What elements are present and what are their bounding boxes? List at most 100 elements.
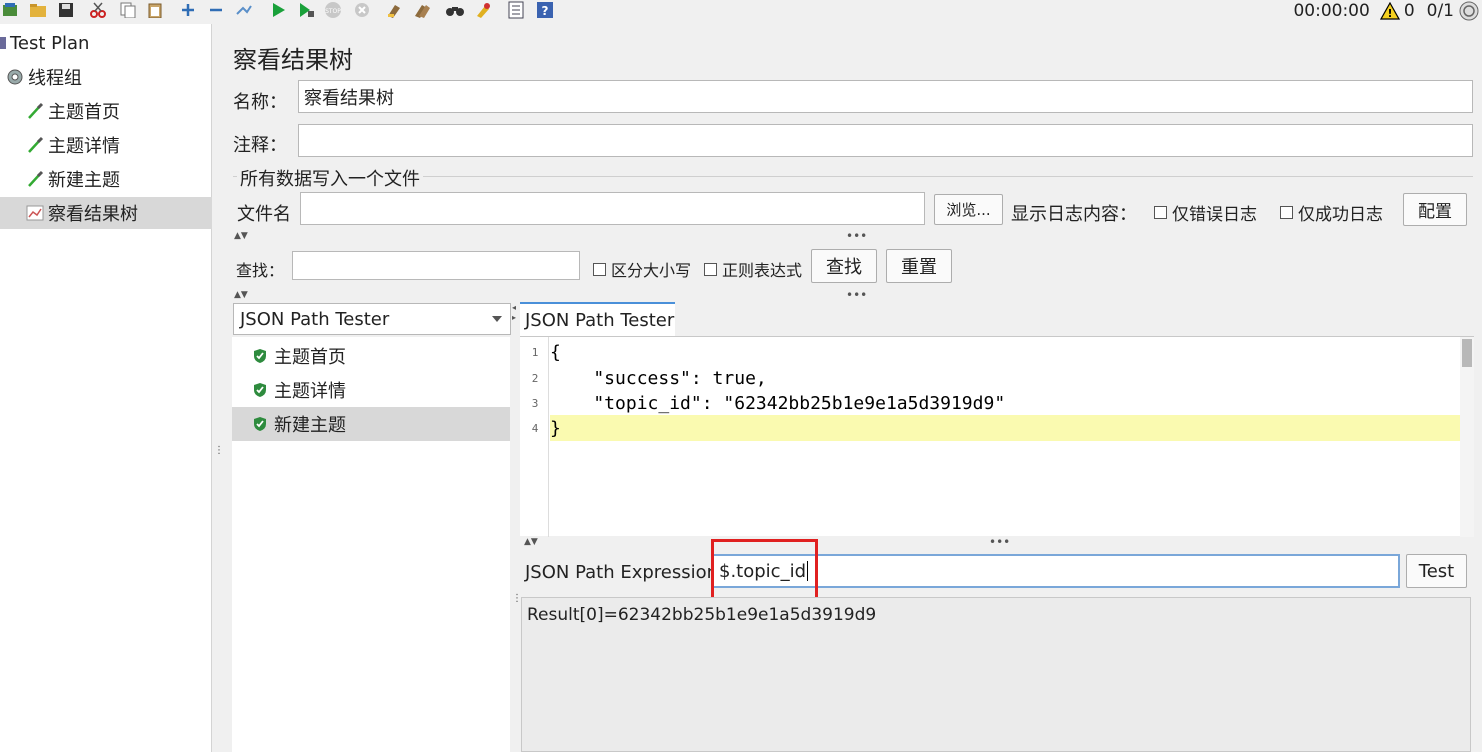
name-field[interactable]: 察看结果树: [298, 80, 1473, 113]
panel-title: 察看结果树: [233, 46, 353, 74]
scrollbar-thumb[interactable]: [1462, 339, 1472, 367]
shutdown-icon[interactable]: [352, 1, 372, 19]
result-text: Result[0]=62342bb25b1e9e1a5d3919d9: [527, 605, 877, 625]
line-number: 2: [531, 371, 539, 385]
code-line: 1{: [520, 339, 1460, 365]
test-button[interactable]: Test: [1406, 554, 1467, 588]
renderer-select[interactable]: JSON Path Tester: [233, 303, 511, 335]
tree-item-label: Test Plan: [10, 32, 90, 54]
expand-icon[interactable]: [178, 1, 198, 19]
checkbox-box[interactable]: [593, 262, 606, 276]
function-helper-icon[interactable]: [506, 1, 526, 19]
search-input[interactable]: [292, 251, 580, 280]
tree-item-label: 新建主题: [48, 170, 120, 191]
sample-label: 新建主题: [274, 415, 346, 436]
regex-checkbox[interactable]: 正则表达式: [704, 257, 802, 281]
case-sensitive-checkbox[interactable]: 区分大小写: [593, 257, 691, 281]
save-icon[interactable]: [56, 1, 76, 19]
pipette-icon: [28, 102, 44, 119]
stop-icon[interactable]: STOP: [322, 1, 342, 19]
search-icon[interactable]: [445, 1, 465, 19]
status-icon: [1459, 1, 1479, 21]
checkbox-label: 区分大小写: [611, 261, 692, 280]
tree-item-sampler-new[interactable]: 新建主题: [26, 163, 212, 195]
collapse-arrows[interactable]: ▲▼: [234, 231, 248, 243]
line-number: 4: [531, 421, 539, 435]
success-only-checkbox[interactable]: 仅成功日志: [1280, 200, 1383, 225]
line-number: 1: [531, 345, 539, 359]
paste-icon[interactable]: [145, 1, 165, 19]
comment-field[interactable]: [298, 124, 1473, 157]
clear-icon[interactable]: [384, 1, 404, 19]
comment-label: 注释：: [233, 135, 287, 156]
filename-input[interactable]: [300, 192, 925, 225]
configure-button[interactable]: 配置: [1403, 193, 1467, 226]
name-label: 名称：: [233, 92, 287, 113]
elapsed-timer: 00:00:00: [1293, 1, 1370, 21]
search-label: 查找：: [236, 261, 285, 280]
find-button[interactable]: 查找: [811, 249, 877, 283]
sample-label: 主题首页: [274, 347, 346, 368]
renderer-select-value: JSON Path Tester: [240, 308, 390, 330]
splitter-handle[interactable]: •••: [989, 535, 1010, 549]
tree-item-thread-group[interactable]: 线程组: [6, 61, 212, 93]
start-no-pause-icon[interactable]: [296, 1, 316, 19]
pipette-icon: [28, 136, 44, 153]
reset-button[interactable]: 重置: [886, 249, 952, 283]
open-icon[interactable]: [28, 1, 48, 19]
sample-result-detail[interactable]: 主题详情: [232, 373, 510, 407]
tree-item-label: 主题首页: [48, 102, 120, 123]
log-content-label: 显示日志内容：: [1011, 204, 1137, 225]
success-shield-icon: [254, 349, 266, 363]
templates-icon[interactable]: [0, 1, 20, 19]
result-output: Result[0]=62342bb25b1e9e1a5d3919d9: [521, 597, 1471, 752]
graph-icon: [26, 205, 44, 221]
browse-button[interactable]: 浏览...: [934, 194, 1003, 225]
tree-item-sampler-home[interactable]: 主题首页: [26, 95, 212, 127]
warning-icon[interactable]: !: [1379, 2, 1400, 20]
sample-result-new[interactable]: 新建主题: [232, 407, 510, 441]
tree-item-label: 主题详情: [48, 136, 120, 157]
svg-text:STOP: STOP: [325, 8, 341, 15]
svg-text:?: ?: [542, 4, 549, 18]
success-shield-icon: [254, 383, 266, 397]
warning-count: 0: [1403, 1, 1415, 21]
collapse-icon[interactable]: [206, 1, 226, 19]
editor-scrollbar[interactable]: [1460, 337, 1474, 537]
file-section-title: 所有数据写入一个文件: [237, 165, 423, 191]
reset-search-icon[interactable]: [473, 1, 493, 19]
tree-item-results-tree[interactable]: 察看结果树: [0, 197, 212, 229]
errors-only-checkbox[interactable]: 仅错误日志: [1154, 200, 1257, 225]
collapse-arrows[interactable]: ▲▼: [524, 537, 538, 549]
gear-icon: [7, 69, 23, 85]
start-icon[interactable]: [268, 1, 288, 19]
collapse-arrows[interactable]: ▲▼: [234, 290, 248, 302]
tab-json-path-tester[interactable]: JSON Path Tester: [520, 302, 675, 336]
pipette-icon: [28, 170, 44, 187]
tree-item-label: 线程组: [28, 68, 82, 89]
test-plan-tree: Test Plan 线程组 主题首页 主题详情 新建主题 察看结果树: [0, 24, 212, 752]
splitter-handle[interactable]: •••: [846, 288, 867, 302]
checkbox-box[interactable]: [704, 262, 717, 276]
tree-item-sampler-detail[interactable]: 主题详情: [26, 129, 212, 161]
success-shield-icon: [254, 417, 266, 431]
help-icon[interactable]: ?: [535, 1, 555, 19]
checkbox-box[interactable]: [1154, 206, 1167, 219]
chevron-down-icon: [492, 316, 502, 322]
thread-count: 0/1: [1426, 1, 1454, 21]
tree-item-test-plan[interactable]: Test Plan: [0, 27, 212, 59]
splitter-handle[interactable]: •••: [846, 229, 867, 243]
code-line: 4}: [520, 415, 1460, 441]
copy-icon[interactable]: [118, 1, 138, 19]
cut-icon[interactable]: [88, 1, 108, 19]
toggle-icon[interactable]: [234, 1, 254, 19]
left-splitter[interactable]: ⋮: [212, 24, 224, 752]
sample-result-home[interactable]: 主题首页: [232, 339, 510, 373]
response-editor[interactable]: 1{ 2 "success": true, 3 "topic_id": "623…: [520, 336, 1474, 537]
code-line: 3 "topic_id": "62342bb25b1e9e1a5d3919d9": [520, 390, 1460, 416]
annotation-highlight-box: [711, 539, 818, 603]
clear-all-icon[interactable]: [412, 1, 432, 19]
checkbox-box[interactable]: [1280, 206, 1293, 219]
result-splitter[interactable]: ◂ ▸ ⋮: [510, 303, 522, 752]
line-number: 3: [531, 396, 539, 410]
